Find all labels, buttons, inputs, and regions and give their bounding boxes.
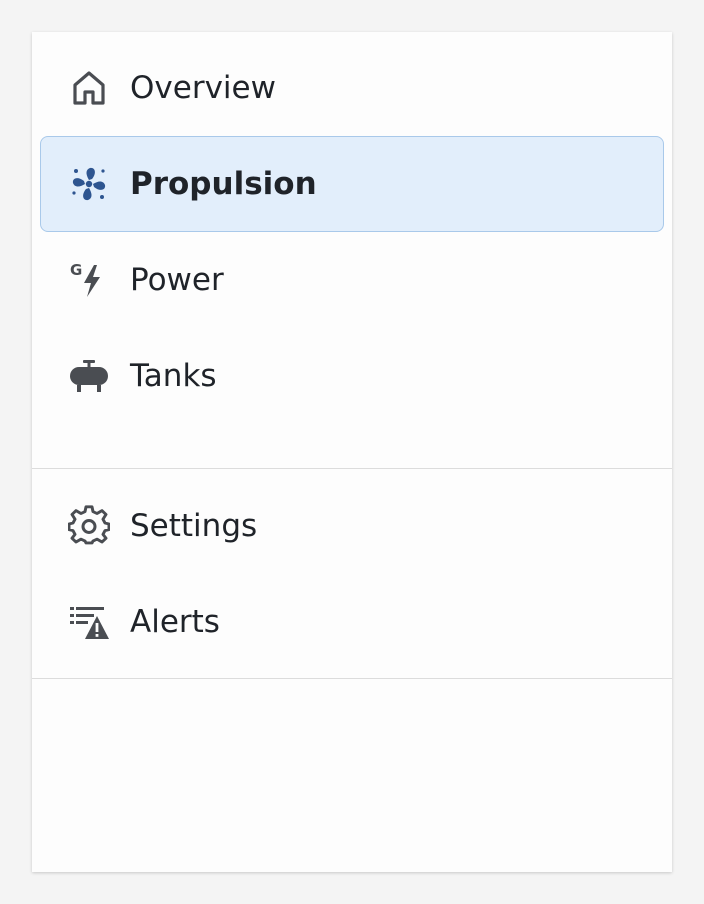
tank-icon (68, 355, 110, 397)
nav-item-alerts[interactable]: Alerts (40, 574, 664, 670)
generator-bolt-icon: G (68, 259, 110, 301)
nav-item-settings[interactable]: Settings (40, 478, 664, 574)
alert-list-icon (68, 601, 110, 643)
nav-item-label: Tanks (130, 358, 217, 394)
nav-item-power[interactable]: G Power (40, 232, 664, 328)
nav-item-label: Alerts (130, 604, 220, 640)
power-icon-letter: G (70, 261, 82, 279)
section-divider (32, 468, 672, 469)
nav-item-label: Power (130, 262, 224, 298)
nav-item-label: Settings (130, 508, 258, 544)
nav-item-overview[interactable]: Overview (40, 40, 664, 136)
nav-item-label: Overview (130, 70, 276, 106)
nav-item-tanks[interactable]: Tanks (40, 328, 664, 424)
navigation-panel: Overview Propulsion G Power Tanks Settin… (32, 32, 672, 872)
section-divider (32, 678, 672, 679)
nav-item-propulsion[interactable]: Propulsion (40, 136, 664, 232)
nav-item-label: Propulsion (130, 166, 317, 202)
fan-icon (68, 163, 110, 205)
gear-icon (68, 505, 110, 547)
home-icon (68, 67, 110, 109)
